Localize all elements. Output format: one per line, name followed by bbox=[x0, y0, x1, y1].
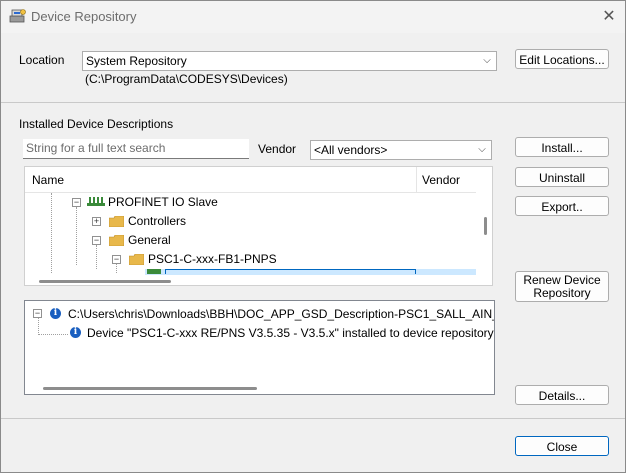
chevron-down-icon: ⌵ bbox=[478, 144, 486, 155]
log-horizontal-scrollbar[interactable] bbox=[43, 387, 257, 390]
install-log[interactable]: − i C:\Users\chris\Downloads\BBH\DOC_APP… bbox=[24, 300, 495, 395]
tree-vertical-scrollbar[interactable] bbox=[484, 217, 487, 235]
tree-item-profinet-io-slave[interactable]: − PROFINET IO Slave bbox=[25, 193, 476, 211]
column-header-name[interactable]: Name bbox=[32, 173, 64, 187]
edit-locations-button[interactable]: Edit Locations... bbox=[515, 49, 609, 69]
collapse-icon[interactable]: − bbox=[72, 198, 81, 207]
expand-icon[interactable]: + bbox=[92, 217, 101, 226]
details-button[interactable]: Details... bbox=[515, 385, 609, 405]
tree-item-label: General bbox=[128, 233, 171, 247]
folder-icon bbox=[129, 254, 144, 265]
window-title: Device Repository bbox=[31, 9, 137, 24]
tree-item-controllers[interactable]: + Controllers bbox=[25, 212, 476, 230]
column-header-vendor[interactable]: Vendor bbox=[422, 173, 460, 187]
info-icon: i bbox=[70, 327, 81, 338]
location-select[interactable]: System Repository ⌵ bbox=[82, 51, 497, 71]
log-entry[interactable]: − i C:\Users\chris\Downloads\BBH\DOC_APP… bbox=[25, 305, 494, 323]
installed-heading: Installed Device Descriptions bbox=[19, 117, 174, 131]
collapse-icon[interactable]: − bbox=[33, 309, 42, 318]
close-button[interactable]: Close bbox=[515, 436, 609, 456]
vendor-label: Vendor bbox=[258, 142, 297, 156]
export-button[interactable]: Export.. bbox=[515, 196, 609, 216]
column-divider[interactable] bbox=[416, 167, 417, 192]
tree-item-psc1[interactable]: − PSC1-C-xxx-FB1-PNPS bbox=[25, 250, 476, 268]
search-input[interactable]: String for a full text search bbox=[23, 139, 249, 159]
vendor-select[interactable]: <All vendors> ⌵ bbox=[310, 140, 492, 160]
install-button[interactable]: Install... bbox=[515, 137, 609, 157]
log-entry-text: C:\Users\chris\Downloads\BBH\DOC_APP_GSD… bbox=[68, 307, 494, 321]
location-select-value: System Repository bbox=[86, 54, 187, 68]
profinet-icon bbox=[87, 197, 105, 206]
info-icon: i bbox=[50, 308, 61, 319]
folder-icon bbox=[109, 235, 124, 246]
title-bar: Device Repository ✕ bbox=[1, 1, 625, 33]
collapse-icon[interactable]: − bbox=[112, 255, 121, 264]
app-icon bbox=[9, 9, 26, 23]
chevron-down-icon: ⌵ bbox=[483, 55, 491, 66]
collapse-icon[interactable]: − bbox=[92, 236, 101, 245]
divider-bottom bbox=[1, 418, 625, 419]
tree-item-label: PROFINET IO Slave bbox=[108, 195, 218, 209]
folder-icon bbox=[109, 216, 124, 227]
device-icon bbox=[147, 269, 161, 274]
location-label: Location bbox=[19, 53, 65, 67]
uninstall-button[interactable]: Uninstall bbox=[515, 167, 609, 187]
tree-item-label: PSC1-C-xxx-FB1-PNPS bbox=[148, 252, 277, 266]
device-tree[interactable]: Name Vendor − PROFINET IO Slave + Contro… bbox=[24, 166, 493, 286]
device-repository-window: Device Repository ✕ Location System Repo… bbox=[0, 0, 626, 473]
divider-top bbox=[1, 102, 625, 103]
tree-item-general[interactable]: − General bbox=[25, 231, 476, 249]
tree-header: Name Vendor bbox=[25, 167, 476, 193]
selected-row-focus bbox=[165, 269, 416, 274]
close-window-icon[interactable]: ✕ bbox=[597, 6, 621, 28]
vendor-select-value: <All vendors> bbox=[314, 143, 388, 157]
log-entry[interactable]: i Device "PSC1-C-xxx RE/PNS V3.5.35 - V3… bbox=[25, 324, 494, 342]
renew-device-repository-button[interactable]: Renew Device Repository bbox=[515, 271, 609, 302]
tree-item-label: Controllers bbox=[128, 214, 187, 228]
log-entry-text: Device "PSC1-C-xxx RE/PNS V3.5.35 - V3.5… bbox=[87, 326, 494, 340]
tree-horizontal-scrollbar[interactable] bbox=[39, 280, 171, 283]
location-path: (C:\ProgramData\CODESYS\Devices) bbox=[85, 72, 288, 86]
